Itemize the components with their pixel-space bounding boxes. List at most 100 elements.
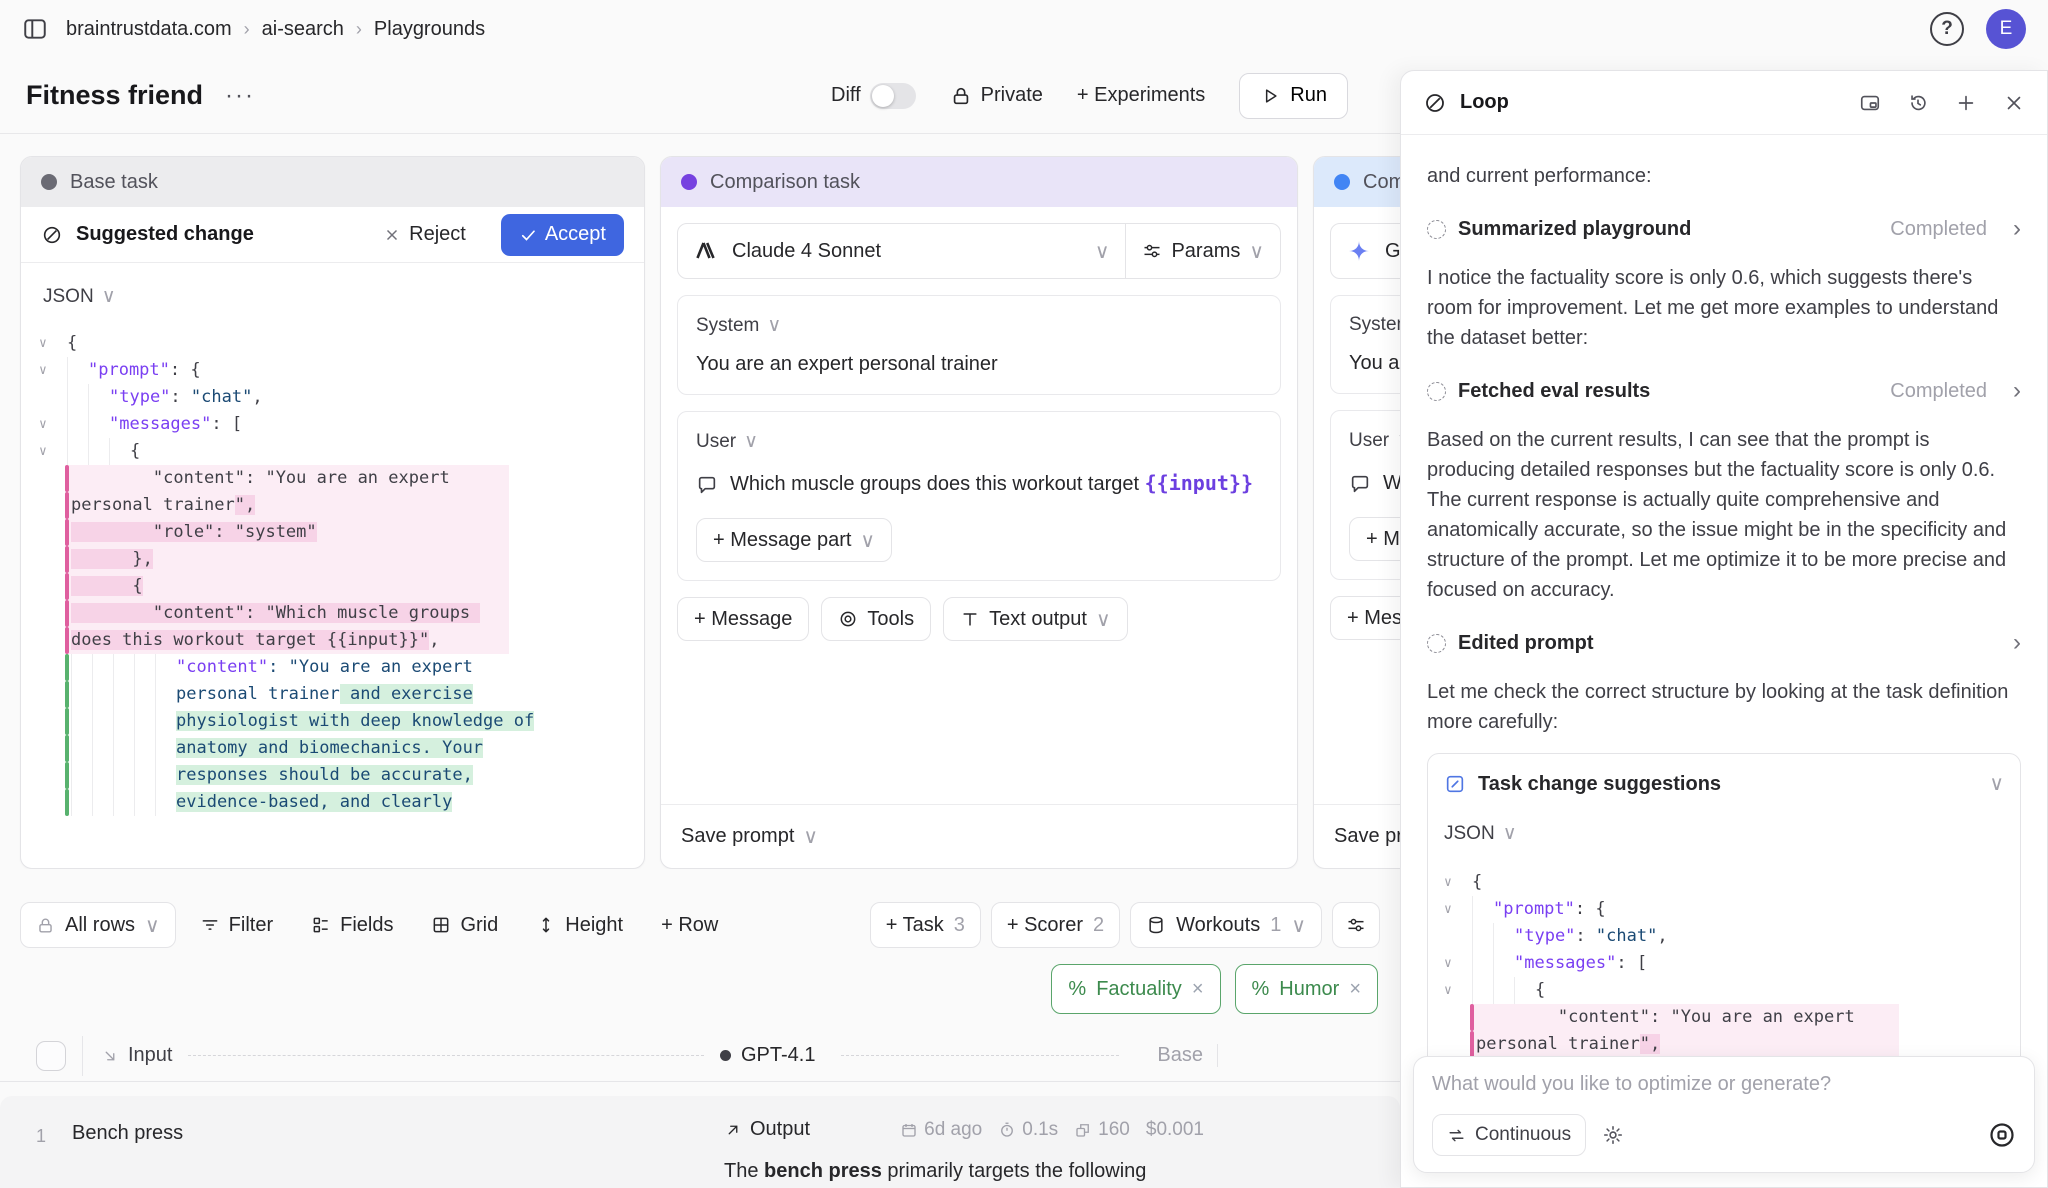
select-all-checkbox[interactable] [36, 1041, 66, 1071]
filter-button[interactable]: Filter [186, 902, 287, 948]
add-message-part-button[interactable]: + Message part ∨ [696, 518, 892, 562]
user-role-selector[interactable]: User ∨ [696, 430, 1262, 453]
add-row-button[interactable]: + Row [647, 902, 732, 948]
avatar[interactable]: E [1986, 9, 2026, 49]
fold-chevron-icon[interactable]: ∨ [39, 438, 65, 465]
breadcrumb-org[interactable]: braintrustdata.com [66, 18, 232, 41]
code-line[interactable]: responses should be accurate, [39, 762, 509, 789]
save-prompt-button[interactable]: Save pr [1314, 804, 1400, 868]
add-message-part-button[interactable]: + Me [1349, 517, 1400, 561]
accept-button[interactable]: Accept [501, 214, 624, 256]
loop-step-fetched-eval-results[interactable]: Fetched eval results Completed › [1427, 369, 2021, 413]
table-row[interactable]: 1 Bench press Output 6d ago [0, 1096, 1400, 1188]
remove-scorer-icon[interactable]: × [1349, 978, 1361, 1001]
model-selector[interactable]: Ge [1331, 224, 1400, 278]
system-text[interactable]: You are an expert personal trainer [696, 353, 1262, 376]
code-line[interactable]: "content": "You are an expert [39, 654, 509, 681]
user-role-selector[interactable]: User ∨ [1349, 429, 1400, 452]
system-message-card[interactable]: System ∨ You are an expert personal trai… [677, 295, 1281, 395]
system-role-selector[interactable]: System ∨ [696, 314, 1262, 337]
language-selector[interactable]: JSON ∨ [1444, 819, 2004, 849]
fields-button[interactable]: Fields [297, 902, 407, 948]
code-line[interactable]: "content": "You are an expert [1444, 1004, 1899, 1031]
fold-chevron-icon[interactable]: ∨ [39, 411, 65, 438]
code-line[interactable]: ∨"prompt": { [1444, 896, 1899, 923]
fold-chevron-icon[interactable]: ∨ [1444, 869, 1470, 896]
breadcrumb-project[interactable]: ai-search [262, 18, 344, 41]
model-selector[interactable]: Claude 4 Sonnet ∨ [678, 224, 1126, 278]
code-line[interactable]: "content": "You are an expert [39, 465, 509, 492]
stop-button[interactable] [1988, 1121, 2016, 1149]
suggestions-editor[interactable]: JSON ∨ ∨{∨"prompt": {"type": "chat",∨"me… [1428, 805, 2020, 1085]
code-line[interactable]: ∨"messages": [ [1444, 950, 1899, 977]
system-text[interactable]: You a [1349, 352, 1400, 375]
code-line[interactable]: "role": "system" [39, 519, 509, 546]
input-column-header[interactable]: Input [101, 1044, 172, 1067]
more-options-button[interactable]: ··· [225, 82, 255, 110]
grid-settings-button[interactable] [1332, 902, 1380, 948]
diff-toggle[interactable] [870, 83, 916, 109]
save-prompt-button[interactable]: Save prompt ∨ [661, 804, 1297, 868]
tools-button[interactable]: Tools [821, 597, 931, 641]
system-role-selector[interactable]: System [1349, 314, 1400, 336]
params-button[interactable]: Params ∨ [1126, 224, 1280, 278]
row-input-cell[interactable]: Bench press [72, 1096, 720, 1188]
user-message-card[interactable]: User ∨ Which muscle groups does this wor… [677, 411, 1281, 581]
dataset-button[interactable]: Workouts 1 ∨ [1130, 902, 1322, 948]
user-message[interactable]: Wh {{i [1349, 470, 1400, 495]
remove-scorer-icon[interactable]: × [1192, 978, 1204, 1001]
loop-settings-icon[interactable] [1602, 1124, 1624, 1146]
scorer-badge-factuality[interactable]: % Factuality × [1051, 964, 1220, 1014]
fold-chevron-icon[interactable]: ∨ [1444, 896, 1470, 923]
text-output-button[interactable]: Text output ∨ [943, 597, 1127, 641]
code-line[interactable]: ∨"prompt": { [39, 357, 509, 384]
all-rows-filter-button[interactable]: All rows ∨ [20, 902, 176, 948]
model-column-header[interactable]: GPT-4.1 Base [720, 1044, 1218, 1067]
run-button[interactable]: Run [1239, 73, 1348, 119]
add-message-button[interactable]: + Mess [1330, 596, 1400, 640]
popout-icon[interactable] [1859, 92, 1881, 114]
code-line[interactable]: ∨{ [1444, 869, 1899, 896]
language-selector[interactable]: JSON ∨ [43, 285, 628, 308]
code-line[interactable]: "content": "Which muscle groups [39, 600, 509, 627]
output-label[interactable]: Output [724, 1118, 810, 1141]
new-chat-icon[interactable] [1955, 92, 1977, 114]
code-line[interactable]: personal trainer", [39, 492, 509, 519]
code-line[interactable]: ∨{ [1444, 977, 1899, 1004]
code-line[interactable]: }, [39, 546, 509, 573]
code-line[interactable]: "type": "chat", [1444, 923, 1899, 950]
fold-chevron-icon[interactable]: ∨ [1444, 977, 1470, 1004]
code-line[interactable]: physiologist with deep knowledge of [39, 708, 509, 735]
fold-chevron-icon[interactable]: ∨ [39, 330, 65, 357]
add-scorer-button[interactable]: + Scorer 2 [991, 902, 1120, 948]
system-message-card[interactable]: System You a [1330, 295, 1400, 394]
grid-view-button[interactable]: Grid [417, 902, 512, 948]
loop-chat-input[interactable] [1432, 1073, 2016, 1096]
breadcrumb-section[interactable]: Playgrounds [374, 18, 485, 41]
code-line[interactable]: ∨{ [39, 438, 509, 465]
task-change-suggestions-header[interactable]: Task change suggestions ∨ [1428, 754, 2020, 805]
code-line[interactable]: personal trainer", [1444, 1031, 1899, 1058]
scorer-badge-humor[interactable]: % Humor × [1235, 964, 1379, 1014]
code-line[interactable]: does this workout target {{input}}", [39, 627, 509, 654]
code-line[interactable]: personal trainer and exercise [39, 681, 509, 708]
reject-button[interactable]: Reject [383, 223, 466, 246]
code-line[interactable]: ∨"messages": [ [39, 411, 509, 438]
loop-step-edited-prompt[interactable]: Edited prompt › [1427, 621, 2021, 665]
add-task-button[interactable]: + Task 3 [870, 902, 981, 948]
code-line[interactable]: ∨{ [39, 330, 509, 357]
row-output-cell[interactable]: Output 6d ago 0.1s 160 [720, 1096, 1218, 1188]
code-line[interactable]: evidence-based, and clearly [39, 789, 509, 816]
base-task-editor[interactable]: JSON ∨ ∨{∨"prompt": {"type": "chat",∨"me… [21, 263, 644, 868]
private-button[interactable]: Private [950, 84, 1043, 107]
fold-chevron-icon[interactable]: ∨ [1444, 950, 1470, 977]
add-message-button[interactable]: + Message [677, 597, 809, 641]
help-button[interactable]: ? [1930, 12, 1964, 46]
sidebar-toggle-icon[interactable] [22, 16, 48, 42]
loop-step-summarized-playground[interactable]: Summarized playground Completed › [1427, 207, 2021, 251]
fold-chevron-icon[interactable]: ∨ [39, 357, 65, 384]
user-message[interactable]: Which muscle groups does this workout ta… [696, 471, 1262, 496]
code-line[interactable]: "type": "chat", [39, 384, 509, 411]
close-icon[interactable] [2003, 92, 2025, 114]
user-message-card[interactable]: User ∨ Wh {{i + Me [1330, 410, 1400, 580]
